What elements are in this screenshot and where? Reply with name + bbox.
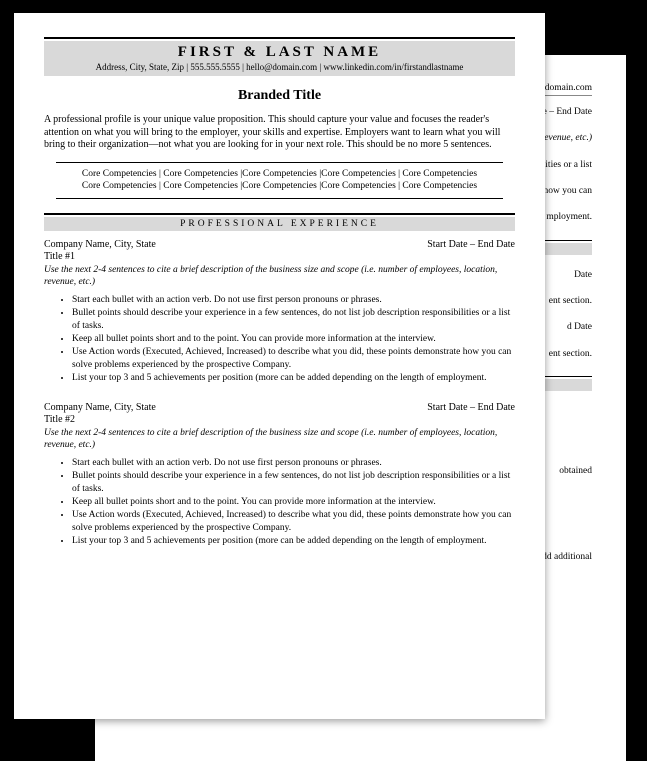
competencies-line: Core Competencies | Core Competencies |C… — [56, 180, 503, 193]
header-top-rule — [44, 37, 515, 39]
job-bullet: Use Action words (Executed, Achieved, In… — [72, 509, 515, 534]
job-title: Title #2 — [44, 414, 515, 425]
candidate-contact-line: Address, City, State, Zip | 555.555.5555… — [48, 62, 511, 72]
job-bullets: Start each bullet with an action verb. D… — [44, 457, 515, 547]
job-bullet: Keep all bullet points short and to the … — [72, 333, 515, 345]
job-dates: Start Date – End Date — [427, 402, 515, 413]
core-competencies-block: Core Competencies | Core Competencies |C… — [56, 162, 503, 200]
job-bullet: Start each bullet with an action verb. D… — [72, 294, 515, 306]
professional-profile: A professional profile is your unique va… — [44, 114, 515, 152]
job-bullet: Bullet points should describe your exper… — [72, 307, 515, 332]
resume-page-1: FIRST & LAST NAME Address, City, State, … — [14, 13, 545, 719]
job-bullets: Start each bullet with an action verb. D… — [44, 294, 515, 384]
job-scope: Use the next 2-4 sentences to cite a bri… — [44, 428, 515, 451]
job-bullet: Use Action words (Executed, Achieved, In… — [72, 346, 515, 371]
job-bullet: List your top 3 and 5 achievements per p… — [72, 372, 515, 384]
job-bullet: Keep all bullet points short and to the … — [72, 496, 515, 508]
job-scope: Use the next 2-4 sentences to cite a bri… — [44, 265, 515, 288]
job-bullet: Start each bullet with an action verb. D… — [72, 457, 515, 469]
section-heading-experience: PROFESSIONAL EXPERIENCE — [44, 217, 515, 231]
job-company: Company Name, City, State — [44, 239, 156, 250]
job-title: Title #1 — [44, 251, 515, 262]
section-rule — [44, 213, 515, 215]
job-entry: Company Name, City, State Start Date – E… — [44, 239, 515, 384]
job-bullet: List your top 3 and 5 achievements per p… — [72, 535, 515, 547]
job-bullet: Bullet points should describe your exper… — [72, 470, 515, 495]
competencies-line: Core Competencies | Core Competencies |C… — [56, 168, 503, 181]
job-company: Company Name, City, State — [44, 402, 156, 413]
candidate-name: FIRST & LAST NAME — [48, 44, 511, 61]
header-name-bar: FIRST & LAST NAME Address, City, State, … — [44, 41, 515, 76]
branded-title: Branded Title — [44, 88, 515, 104]
job-dates: Start Date – End Date — [427, 239, 515, 250]
job-entry: Company Name, City, State Start Date – E… — [44, 402, 515, 547]
